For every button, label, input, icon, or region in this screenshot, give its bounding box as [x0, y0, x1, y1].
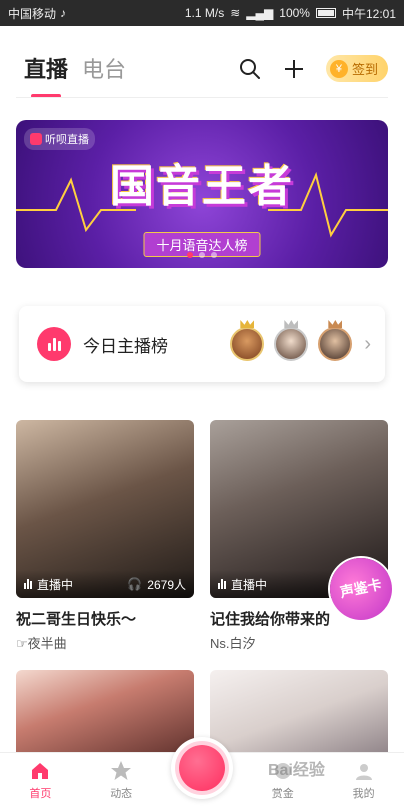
banner-dot: [211, 252, 217, 258]
add-button[interactable]: [282, 57, 306, 81]
avatar: [274, 327, 309, 361]
bar-chart-icon: [37, 327, 71, 361]
room-cover: [16, 670, 194, 760]
avatar: [318, 327, 353, 361]
search-icon: [239, 58, 260, 79]
bottom-navigation: 首页 动态 赏金 我的: [0, 737, 404, 807]
watermark: Bai经验: [268, 762, 325, 779]
top-header: 直播 电台 ¥ 签到: [0, 26, 404, 98]
nav-feed[interactable]: 动态: [81, 753, 162, 807]
host-ranking-card[interactable]: 今日主播榜 ›: [19, 306, 385, 382]
room-cover: [210, 670, 388, 760]
tab-live[interactable]: 直播: [24, 52, 69, 98]
nav-home[interactable]: 首页: [0, 753, 81, 807]
live-status: 直播中: [37, 577, 74, 592]
network-speed: 1.1 M/s: [184, 6, 225, 20]
promo-banner[interactable]: 听呗直播 国音王者 十月语音达人榜: [16, 120, 388, 268]
banner-title: 国音王者: [110, 162, 294, 211]
room-host: ☞夜半曲: [16, 636, 67, 651]
start-live-button[interactable]: [170, 737, 233, 799]
nav-bounty-label: 赏金: [271, 788, 294, 800]
search-button[interactable]: [238, 57, 262, 81]
banner-dot: [187, 252, 193, 258]
tab-live-label: 直播: [24, 57, 69, 82]
signal-icon: ▂▄▆: [246, 6, 274, 20]
headphone-icon: 🎧: [127, 577, 143, 591]
nav-feed-label: 动态: [110, 788, 133, 800]
live-room-card[interactable]: [210, 670, 388, 760]
room-title: 祝二哥生日快乐～: [16, 611, 137, 628]
live-room-card[interactable]: [16, 670, 194, 760]
wifi-icon: ≋: [230, 6, 241, 20]
live-icon: [24, 579, 32, 589]
ranking-label: 今日主播榜: [83, 336, 168, 356]
live-room-card[interactable]: 直播中 🎧 2679人 祝二哥生日快乐～ ☞夜半曲: [16, 420, 194, 652]
nav-profile-label: 我的: [352, 788, 375, 800]
checkin-label: 签到: [351, 62, 378, 77]
tab-radio-label: 电台: [82, 57, 127, 82]
chevron-right-icon: ›: [364, 332, 371, 355]
carrier-label: 中国移动: [8, 6, 57, 21]
room-status-bar: 直播中 🎧 2679人: [16, 570, 194, 598]
tiktok-icon: ♪: [60, 6, 67, 20]
room-host: Ns.白汐: [210, 636, 256, 651]
room-cover: 直播中 🎧 2679人: [16, 420, 194, 598]
nav-record: [162, 737, 243, 807]
live-icon: [218, 579, 226, 589]
banner-pagination: [187, 252, 217, 258]
avatar: [230, 327, 265, 361]
profile-icon: [353, 760, 375, 782]
nav-home-label: 首页: [29, 788, 52, 800]
listener-count: 2679人: [147, 577, 186, 592]
plus-icon: [284, 59, 303, 78]
record-icon: [178, 745, 225, 791]
status-bar: 中国移动 ♪ 1.1 M/s ≋ ▂▄▆ 100% 中午12:01: [0, 0, 404, 26]
battery-icon: [315, 8, 336, 18]
coin-icon: ¥: [329, 59, 348, 78]
live-status: 直播中: [231, 577, 268, 592]
battery-percent: 100%: [279, 6, 310, 20]
top-host-avatars: [230, 327, 353, 361]
star-face-icon: [110, 760, 132, 782]
banner-dot: [199, 252, 205, 258]
home-icon: [29, 760, 51, 782]
tab-radio[interactable]: 电台: [82, 52, 126, 84]
checkin-button[interactable]: ¥ 签到: [325, 55, 388, 82]
clock: 中午12:01: [341, 6, 396, 21]
nav-profile[interactable]: 我的: [323, 753, 404, 807]
live-room-card[interactable]: 直播中 🎧 记住我给你带来的 Ns.白汐 声鉴卡: [210, 420, 398, 652]
header-divider: [16, 97, 388, 98]
